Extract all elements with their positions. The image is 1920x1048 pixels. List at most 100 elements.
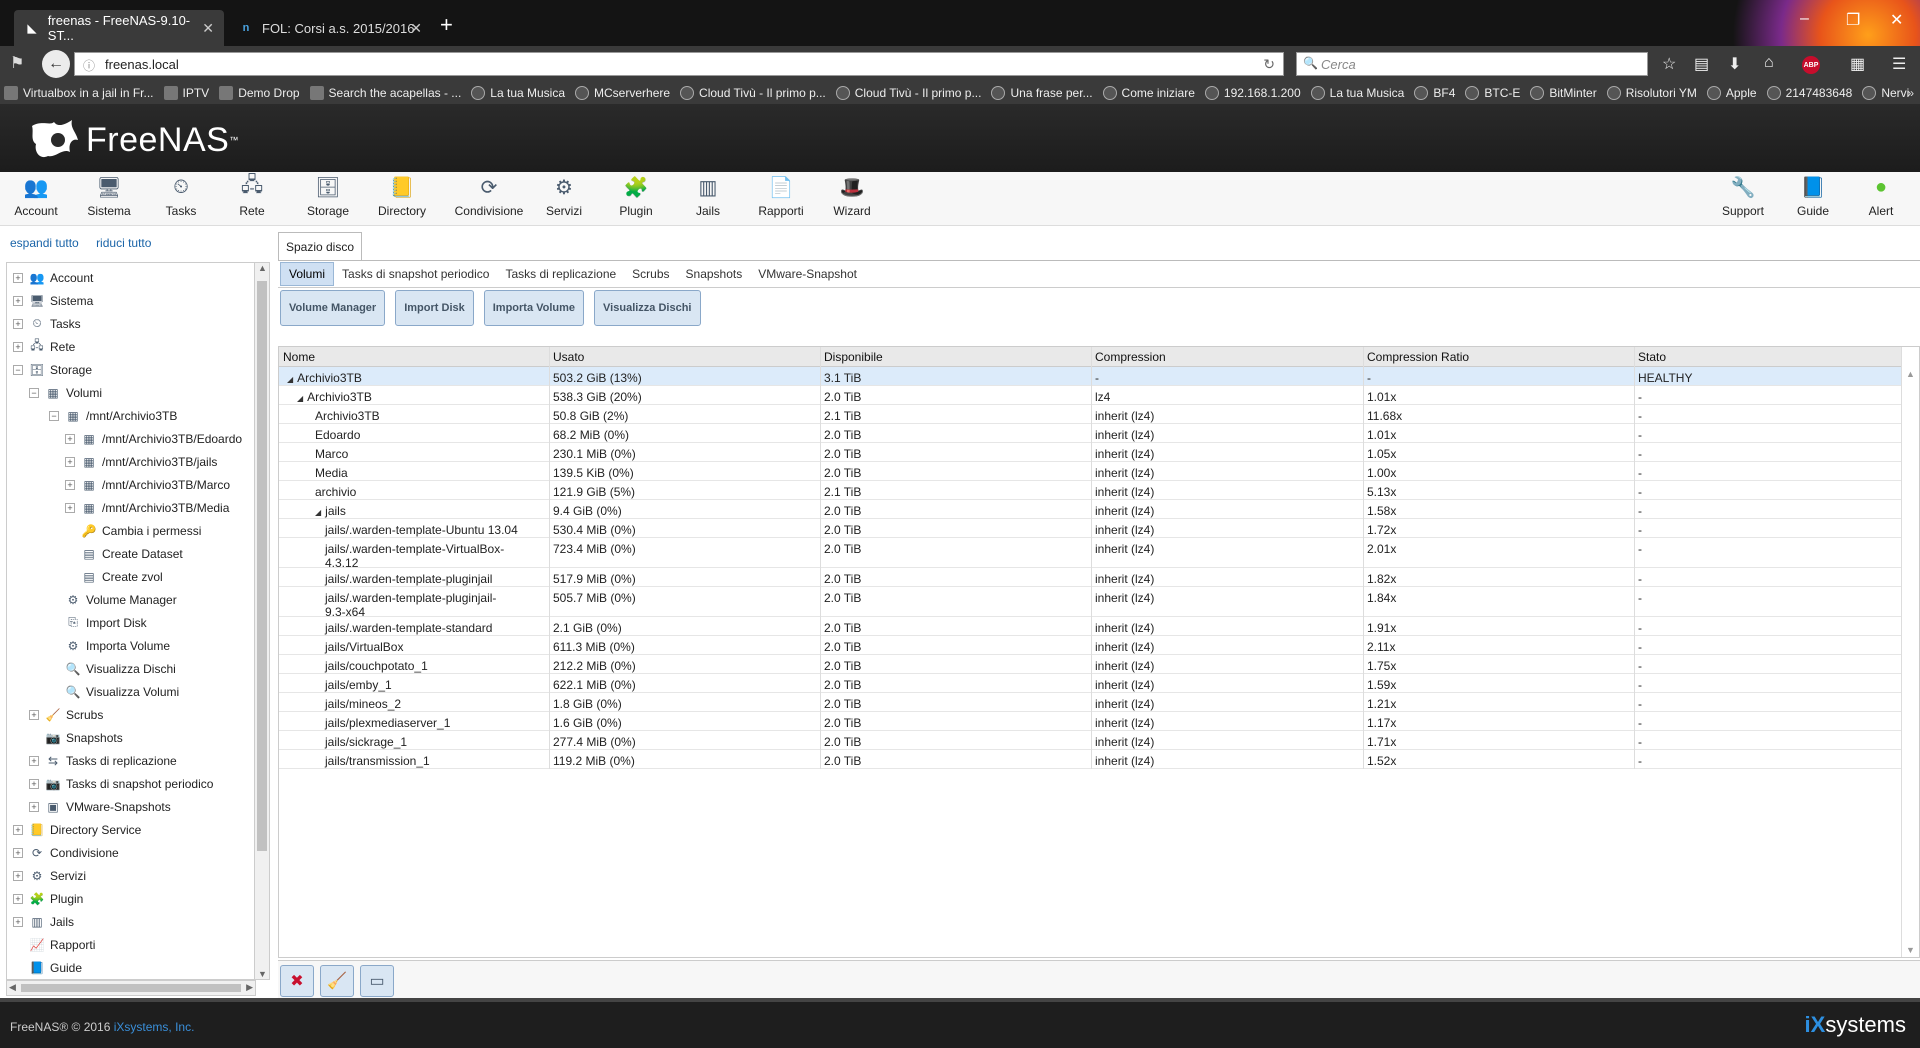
table-row[interactable]: jails/sickrage_1 277.4 MiB (0%) 2.0 TiB inh… [279,731,1901,750]
close-tab-icon[interactable]: ✕ [202,20,214,37]
expand-icon[interactable]: + [13,847,23,858]
visualizza-dischi-button[interactable]: Visualizza Dischi [594,290,701,326]
expand-icon[interactable]: + [13,916,23,927]
tree-item[interactable]: ▤ Create Dataset [65,542,182,565]
expand-icon[interactable]: + [13,893,23,904]
tree-toggle-icon[interactable]: ◢ [297,394,303,403]
subtab-tasks-di-snapshot-periodico[interactable]: Tasks di snapshot periodico [334,263,497,285]
home-icon[interactable]: ⌂ [1764,54,1774,72]
volume-status-button[interactable]: ▭ [360,965,394,997]
toolbar-tasks-button[interactable]: ⏲ Tasks [145,174,217,224]
bookmark-star-icon[interactable]: ☆ [1662,54,1676,74]
tree-toggle-icon[interactable]: ◢ [287,375,293,384]
table-row[interactable]: jails/VirtualBox 611.3 MiB (0%) 2.0 TiB inh… [279,636,1901,655]
tree-item[interactable]: + ⇆ Tasks di replicazione [29,749,177,772]
browser-tab-fol[interactable]: n FOL: Corsi a.s. 2015/2016 ✕ [228,10,432,46]
scrollbar-thumb[interactable] [21,984,241,992]
toolbar-plugin-button[interactable]: 🧩 Plugin [600,174,672,224]
tree-item[interactable]: ⚙ Importa Volume [49,634,170,657]
scrollbar-thumb[interactable] [257,281,267,851]
tree-item[interactable]: + 📒 Directory Service [13,818,141,841]
toolbar-rapporti-button[interactable]: 📄 Rapporti [745,174,817,224]
tree-item[interactable]: + 🧩 Plugin [13,887,83,910]
expand-icon[interactable]: + [13,870,23,881]
scroll-up-icon[interactable]: ▲ [1906,369,1915,379]
bookmark-item[interactable]: Cloud Tivù - Il primo p... [680,86,826,100]
scroll-down-icon[interactable]: ▼ [258,969,267,979]
grid-scrollbar[interactable]: ▲ ▼ [1901,347,1919,957]
close-window-icon[interactable]: ✕ [1890,10,1903,30]
expand-icon[interactable]: + [29,801,39,812]
collapse-icon[interactable]: − [49,410,59,421]
tree-toggle-icon[interactable]: ◢ [315,508,321,517]
tree-item[interactable]: + 📷 Tasks di snapshot periodico [29,772,213,795]
subtab-vmware-snapshot[interactable]: VMware-Snapshot [750,263,865,285]
column-header[interactable]: Nome [283,350,315,364]
tree-item[interactable]: + 👥 Account [13,266,93,289]
search-input[interactable]: 🔍 Cerca [1296,52,1648,76]
subtab-snapshots[interactable]: Snapshots [678,263,751,285]
table-row[interactable]: jails/.warden-template-Ubuntu 13.04 530.4… [279,519,1901,538]
tree-item[interactable]: + ▦ /mnt/Archivio3TB/Edoardo [65,427,242,450]
import-disk-button[interactable]: Import Disk [395,290,474,326]
ixsystems-logo[interactable]: iXsystems [1805,1012,1906,1038]
scroll-down-icon[interactable]: ▼ [1906,945,1915,955]
bookmark-item[interactable]: Virtualbox in a jail in Fr... [4,86,154,100]
info-icon[interactable]: ⓘ [83,57,95,74]
tree-item[interactable]: + 🖧 Rete [13,335,75,358]
table-row[interactable]: ◢ jails 9.4 GiB (0%) 2.0 TiB inherit (lz4) 1.… [279,500,1901,519]
expand-icon[interactable]: + [65,456,75,467]
toolbar-rete-button[interactable]: 🖧 Rete [216,174,288,224]
table-row[interactable]: Archivio3TB 50.8 GiB (2%) 2.1 TiB inherit (… [279,405,1901,424]
toolbar-jails-button[interactable]: ▥ Jails [672,174,744,224]
toolbar-wizard-button[interactable]: 🎩 Wizard [816,174,888,224]
subtab-scrubs[interactable]: Scrubs [624,263,677,285]
reload-icon[interactable]: ↻ [1263,56,1275,73]
bookmark-item[interactable]: Risolutori YM [1606,86,1697,100]
collapse-icon[interactable]: − [13,364,23,375]
bookmark-item[interactable]: 2147483648 [1766,86,1852,100]
table-row[interactable]: jails/.warden-template-VirtualBox- 4.3.1… [279,538,1901,570]
table-row[interactable]: jails/transmission_1 119.2 MiB (0%) 2.0 Ti… [279,750,1901,769]
scroll-right-icon[interactable]: ▶ [246,982,253,993]
table-row[interactable]: ◢ Archivio3TB 538.3 GiB (20%) 2.0 TiB lz4 1.0… [279,386,1901,405]
expand-icon[interactable]: + [13,318,23,329]
table-row[interactable]: jails/.warden-template-pluginjail- 9.3-x… [279,587,1901,619]
bookmark-item[interactable]: La tua Musica [1310,86,1404,100]
expand-icon[interactable]: + [65,502,75,513]
tree-item[interactable]: ⚙ Volume Manager [49,588,177,611]
column-header[interactable]: Compression Ratio [1367,350,1469,364]
tree-item[interactable]: + ▥ Jails [13,910,74,933]
table-row[interactable]: jails/plexmediaserver_1 1.6 GiB (0%) 2.0 T… [279,712,1901,731]
expand-icon[interactable]: + [65,433,75,444]
minimize-icon[interactable]: – [1800,10,1809,28]
table-row[interactable]: archivio 121.9 GiB (5%) 2.1 TiB inherit (lz… [279,481,1901,500]
tree-item[interactable]: 🔍 Visualizza Dischi [49,657,176,680]
table-row[interactable]: jails/couchpotato_1 212.2 MiB (0%) 2.0 TiB… [279,655,1901,674]
privacy-icon[interactable]: ⚑ [10,53,24,73]
tree-item[interactable]: + ▦ /mnt/Archivio3TB/jails [65,450,217,473]
tree-item[interactable]: − ▦ Volumi [29,381,102,404]
expand-icon[interactable]: + [13,341,23,352]
subtab-volumi[interactable]: Volumi [280,262,335,286]
toolbar-storage-button[interactable]: 🗄 Storage [292,174,364,224]
collapse-all-link[interactable]: riduci tutto [96,236,151,250]
tree-item[interactable]: + ⚙ Servizi [13,864,86,887]
toolbar-guide-button[interactable]: 📘 Guide [1782,174,1844,224]
bookmark-item[interactable]: BTC-E [1465,86,1520,100]
bookmark-item[interactable]: Come iniziare [1102,86,1195,100]
bookmark-item[interactable]: 192.168.1.200 [1204,86,1301,100]
scrub-volume-button[interactable]: 🧹 [320,965,354,997]
tree-item[interactable]: 🔍 Visualizza Volumi [49,680,180,703]
extensions-icon[interactable]: ▦ [1850,54,1865,74]
bookmark-item[interactable]: Nervi [1862,86,1909,100]
table-row[interactable]: jails/.warden-template-standard 2.1 GiB (… [279,617,1901,636]
back-button[interactable]: ← [42,50,70,78]
volume-manager-button[interactable]: Volume Manager [280,290,386,326]
table-row[interactable]: Marco 230.1 MiB (0%) 2.0 TiB inherit (lz4) 1… [279,443,1901,462]
tree-item[interactable]: 📈 Rapporti [13,933,96,956]
tree-item[interactable]: ⎘ Import Disk [49,611,147,634]
bookmark-item[interactable]: Demo Drop [219,86,300,100]
column-header[interactable]: Usato [553,350,584,364]
expand-icon[interactable]: + [13,824,23,835]
